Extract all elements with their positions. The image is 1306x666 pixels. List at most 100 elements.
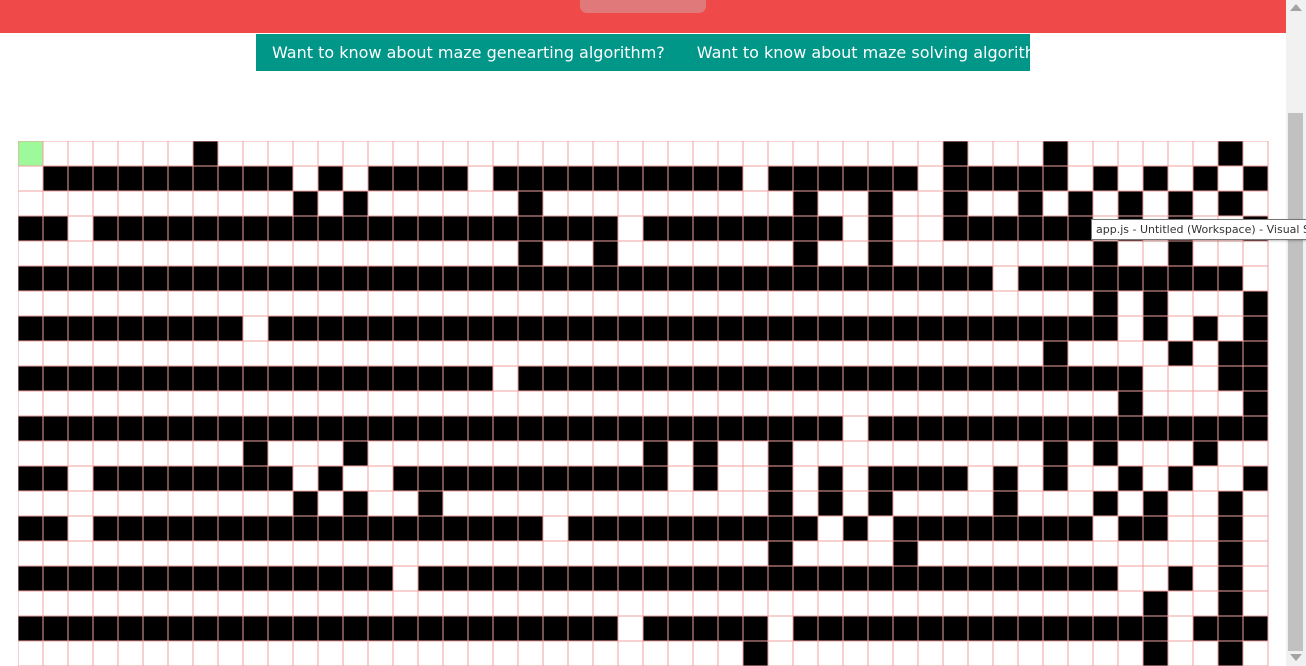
maze-cell-wall[interactable] (267, 265, 294, 292)
maze-cell-wall[interactable] (817, 215, 844, 242)
maze-cell-wall[interactable] (892, 365, 919, 392)
maze-cell-wall[interactable] (342, 215, 369, 242)
maze-cell-wall[interactable] (1192, 315, 1219, 342)
maze-cell-open[interactable] (617, 215, 644, 242)
maze-cell-open[interactable] (1142, 465, 1169, 492)
maze-cell-wall[interactable] (792, 615, 819, 642)
maze-cell-wall[interactable] (967, 265, 994, 292)
maze-cell-open[interactable] (1092, 540, 1119, 567)
maze-cell-wall[interactable] (67, 315, 94, 342)
maze-cell-wall[interactable] (417, 165, 444, 192)
maze-cell-open[interactable] (817, 340, 844, 367)
maze-cell-wall[interactable] (1092, 290, 1119, 317)
maze-cell-open[interactable] (692, 590, 719, 617)
maze-cell-wall[interactable] (442, 465, 469, 492)
maze-cell-wall[interactable] (392, 315, 419, 342)
maze-cell-open[interactable] (992, 265, 1019, 292)
maze-cell-open[interactable] (892, 215, 919, 242)
maze-cell-wall[interactable] (942, 315, 969, 342)
maze-cell-open[interactable] (842, 290, 869, 317)
maze-cell-wall[interactable] (192, 265, 219, 292)
maze-cell-wall[interactable] (942, 565, 969, 592)
maze-cell-open[interactable] (917, 240, 944, 267)
maze-cell-wall[interactable] (342, 415, 369, 442)
maze-cell-wall[interactable] (567, 265, 594, 292)
maze-cell-wall[interactable] (67, 565, 94, 592)
maze-cell-open[interactable] (792, 141, 819, 167)
maze-cell-wall[interactable] (342, 565, 369, 592)
maze-cell-open[interactable] (217, 141, 244, 167)
maze-cell-open[interactable] (317, 190, 344, 217)
maze-cell-open[interactable] (42, 290, 69, 317)
maze-cell-open[interactable] (592, 290, 619, 317)
maze-cell-wall[interactable] (992, 315, 1019, 342)
maze-cell-wall[interactable] (18, 265, 44, 292)
maze-cell-open[interactable] (942, 540, 969, 567)
maze-cell-open[interactable] (1192, 490, 1219, 517)
maze-cell-wall[interactable] (842, 565, 869, 592)
maze-cell-wall[interactable] (1142, 615, 1169, 642)
maze-cell-open[interactable] (442, 540, 469, 567)
maze-cell-wall[interactable] (917, 365, 944, 392)
maze-cell-wall[interactable] (1242, 390, 1269, 417)
maze-cell-open[interactable] (617, 540, 644, 567)
maze-cell-open[interactable] (642, 190, 669, 217)
maze-cell-wall[interactable] (267, 515, 294, 542)
maze-cell-open[interactable] (542, 540, 569, 567)
maze-cell-open[interactable] (867, 590, 894, 617)
maze-cell-open[interactable] (1167, 165, 1194, 192)
maze-cell-open[interactable] (542, 390, 569, 417)
maze-cell-open[interactable] (192, 490, 219, 517)
maze-cell-wall[interactable] (592, 465, 619, 492)
maze-cell-wall[interactable] (392, 415, 419, 442)
maze-cell-wall[interactable] (342, 190, 369, 217)
maze-cell-open[interactable] (117, 440, 144, 467)
maze-cell-open[interactable] (1067, 490, 1094, 517)
maze-cell-open[interactable] (317, 640, 344, 666)
maze-cell-wall[interactable] (542, 615, 569, 642)
maze-cell-open[interactable] (442, 290, 469, 317)
maze-cell-open[interactable] (1017, 440, 1044, 467)
maze-cell-open[interactable] (342, 290, 369, 317)
maze-cell-wall[interactable] (442, 615, 469, 642)
maze-cell-open[interactable] (167, 490, 194, 517)
maze-cell-open[interactable] (1092, 640, 1119, 666)
maze-cell-wall[interactable] (767, 540, 794, 567)
maze-cell-open[interactable] (717, 465, 744, 492)
maze-cell-open[interactable] (1167, 390, 1194, 417)
maze-cell-open[interactable] (367, 465, 394, 492)
maze-cell-wall[interactable] (117, 415, 144, 442)
maze-cell-wall[interactable] (392, 215, 419, 242)
maze-cell-open[interactable] (917, 390, 944, 417)
maze-cell-wall[interactable] (417, 415, 444, 442)
maze-cell-wall[interactable] (267, 565, 294, 592)
maze-cell-wall[interactable] (317, 565, 344, 592)
maze-cell-wall[interactable] (367, 365, 394, 392)
maze-cell-open[interactable] (1042, 240, 1069, 267)
maze-cell-wall[interactable] (942, 365, 969, 392)
maze-cell-wall[interactable] (1092, 440, 1119, 467)
maze-cell-open[interactable] (967, 590, 994, 617)
maze-cell-open[interactable] (18, 390, 44, 417)
maze-cell-open[interactable] (1142, 565, 1169, 592)
maze-cell-wall[interactable] (592, 615, 619, 642)
maze-cell-wall[interactable] (292, 615, 319, 642)
maze-cell-open[interactable] (392, 141, 419, 167)
maze-cell-wall[interactable] (692, 265, 719, 292)
maze-cell-open[interactable] (667, 390, 694, 417)
maze-cell-open[interactable] (917, 440, 944, 467)
maze-cell-wall[interactable] (317, 315, 344, 342)
maze-cell-wall[interactable] (1192, 165, 1219, 192)
maze-cell-open[interactable] (867, 141, 894, 167)
maze-cell-open[interactable] (67, 390, 94, 417)
maze-cell-open[interactable] (92, 190, 119, 217)
maze-cell-open[interactable] (192, 590, 219, 617)
maze-cell-open[interactable] (67, 540, 94, 567)
maze-cell-open[interactable] (717, 290, 744, 317)
maze-cell-wall[interactable] (1217, 340, 1244, 367)
maze-cell-open[interactable] (367, 640, 394, 666)
maze-cell-open[interactable] (792, 540, 819, 567)
maze-cell-wall[interactable] (542, 315, 569, 342)
maze-cell-open[interactable] (92, 640, 119, 666)
maze-cell-wall[interactable] (317, 515, 344, 542)
